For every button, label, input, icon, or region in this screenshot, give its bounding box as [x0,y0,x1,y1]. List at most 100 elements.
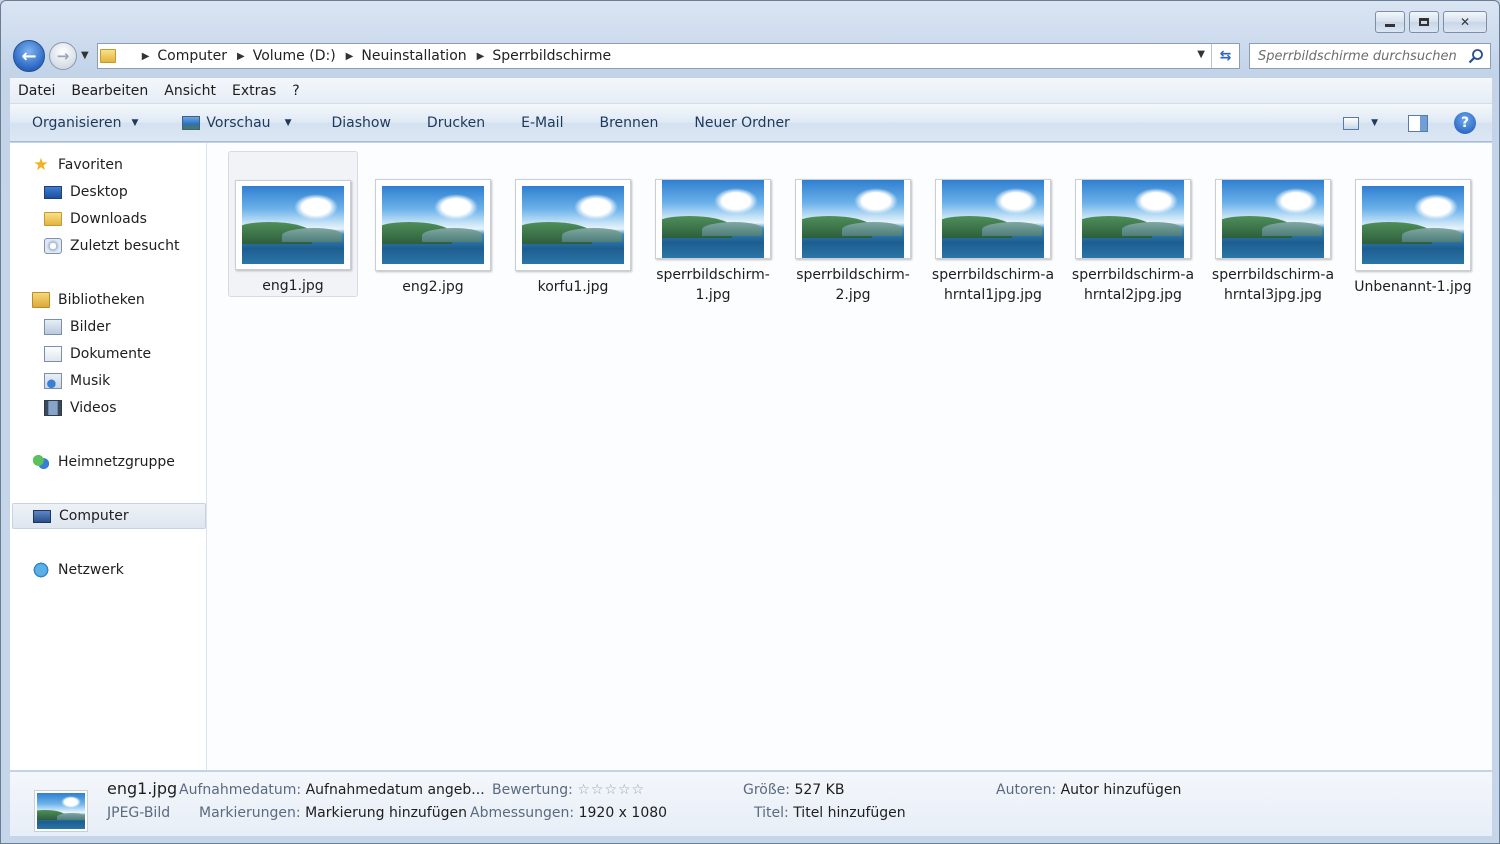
file-item[interactable]: sperrbildschirm-ahrntal2jpg.jpg [1068,151,1198,303]
landscape-image-icon [242,186,344,264]
file-item[interactable]: sperrbildschirm-2.jpg [788,151,918,303]
navigation-pane: ★ Favoriten Desktop Downloads Zuletzt be… [10,143,207,770]
address-dropdown-icon[interactable]: ▼ [1197,49,1205,60]
sidebar-item-documents[interactable]: Dokumente [44,343,151,365]
rating-stars-icon[interactable]: ☆☆☆☆☆ [577,782,645,798]
sidebar-item-computer[interactable]: Computer [12,503,206,529]
sidebar-item-label: Netzwerk [58,562,124,578]
sidebar-item-recent[interactable]: Zuletzt besucht [44,235,179,257]
chevron-right-icon[interactable]: ▶ [142,51,150,62]
search-icon[interactable] [1468,48,1484,64]
chevron-right-icon[interactable]: ▶ [477,51,485,62]
details-pane: eng1.jpg JPEG-Bild Aufnahmedatum: Aufnah… [10,771,1492,836]
sidebar-item-homegroup[interactable]: Heimnetzgruppe [32,451,175,473]
address-bar[interactable]: ▶ ▶ Computer ▶ Volume (D:) ▶ Neuinstalla… [97,43,1240,69]
preview-pane-icon[interactable] [1408,114,1428,132]
landscape-image-icon [382,186,484,264]
search-input[interactable] [1258,48,1458,64]
refresh-icon: ⇆ [1219,48,1232,64]
sidebar-item-desktop[interactable]: Desktop [44,181,128,203]
menu-bearbeiten[interactable]: Bearbeiten [63,83,156,99]
size-label: Größe: [743,782,791,798]
file-thumbnail [235,180,351,270]
content-area: ★ Favoriten Desktop Downloads Zuletzt be… [10,143,1492,770]
date-value[interactable]: Aufnahmedatum angeb... [306,782,485,798]
chevron-right-icon[interactable]: ▶ [237,51,245,62]
organize-label: Organisieren [32,114,122,131]
file-item[interactable]: korfu1.jpg [508,151,638,297]
organize-button[interactable]: Organisieren ▼ [10,115,156,131]
burn-label: Brennen [599,114,659,131]
minimize-button[interactable] [1375,11,1405,33]
star-icon: ★ [33,155,49,175]
network-icon [32,562,50,578]
sidebar-item-pictures[interactable]: Bilder [44,316,111,338]
history-dropdown-icon[interactable]: ▼ [81,50,89,61]
file-item[interactable]: sperrbildschirm-1.jpg [648,151,778,303]
menu-extras[interactable]: Extras [224,83,284,99]
view-controls: ▼ ? [1343,112,1476,134]
file-name: sperrbildschirm-2.jpg [796,267,910,303]
landscape-image-icon [37,793,85,829]
burn-button[interactable]: Brennen [581,115,676,131]
back-button[interactable]: ← [13,40,45,72]
menu-ansicht[interactable]: Ansicht [156,83,224,99]
close-icon: ✕ [1459,15,1471,29]
slideshow-button[interactable]: Diashow [309,115,408,131]
sidebar-item-videos[interactable]: Videos [44,397,117,419]
preview-label: Vorschau [206,114,271,131]
file-item[interactable]: eng1.jpg [228,151,358,297]
date-label: Aufnahmedatum: [179,782,302,798]
maximize-button[interactable] [1409,11,1439,33]
forward-button[interactable]: → [49,42,77,70]
sidebar-item-music[interactable]: Musik [44,370,110,392]
details-size: Größe: 527 KB [743,782,844,798]
computer-icon [33,509,51,523]
title-value[interactable]: Titel hinzufügen [793,805,906,821]
sidebar-item-label: Downloads [70,211,147,227]
search-box[interactable] [1249,43,1491,69]
sidebar-item-network[interactable]: Netzwerk [32,559,124,581]
change-view-icon[interactable] [1343,116,1360,130]
menu-datei[interactable]: Datei [10,83,63,99]
file-thumbnail [515,179,631,271]
email-label: E-Mail [521,114,564,131]
authors-value[interactable]: Autor hinzufügen [1061,782,1182,798]
breadcrumb-sperrbildschirme[interactable]: Sperrbildschirme [492,48,611,64]
file-item[interactable]: Unbenannt-1.jpg [1348,151,1478,297]
sidebar-item-label: Heimnetzgruppe [58,454,175,470]
details-file-type: JPEG-Bild [107,805,170,821]
print-button[interactable]: Drucken [409,115,503,131]
details-title: Titel: Titel hinzufügen [754,805,906,821]
close-button[interactable]: ✕ [1443,11,1487,33]
file-item[interactable]: sperrbildschirm-ahrntal1jpg.jpg [928,151,1058,303]
landscape-image-icon [1222,180,1324,258]
file-thumbnail [1215,179,1331,259]
slideshow-label: Diashow [331,114,391,131]
file-thumbnail [375,179,491,271]
sidebar-item-favorites[interactable]: ★ Favoriten [32,154,122,176]
chevron-down-icon[interactable]: ▼ [1371,118,1378,128]
navigation-bar: ← → ▼ ▶ ▶ Computer ▶ Volume (D:) ▶ Neuin… [11,39,1491,73]
chevron-down-icon[interactable]: ▼ [285,118,292,128]
tags-value[interactable]: Markierung hinzufügen [305,805,467,821]
chevron-right-icon[interactable]: ▶ [346,51,354,62]
breadcrumb-volume[interactable]: Volume (D:) [253,48,336,64]
refresh-button[interactable]: ⇆ [1211,44,1239,68]
details-authors: Autoren: Autor hinzufügen [996,782,1181,798]
preview-button[interactable]: Vorschau ▼ [156,115,309,131]
breadcrumb-computer[interactable]: Computer [157,48,227,64]
sidebar-item-label: Musik [70,373,111,389]
email-button[interactable]: E-Mail [503,115,581,131]
file-thumbnail [655,179,771,259]
menu-help[interactable]: ? [284,83,307,99]
file-item[interactable]: eng2.jpg [368,151,498,297]
sidebar-item-libraries[interactable]: Bibliotheken [32,289,145,311]
sidebar-item-downloads[interactable]: Downloads [44,208,147,230]
help-icon[interactable]: ? [1454,112,1476,134]
recent-places-icon [44,238,62,254]
landscape-image-icon [662,180,764,258]
new-folder-button[interactable]: Neuer Ordner [676,115,807,131]
file-item[interactable]: sperrbildschirm-ahrntal3jpg.jpg [1208,151,1338,303]
breadcrumb-neuinstallation[interactable]: Neuinstallation [361,48,466,64]
